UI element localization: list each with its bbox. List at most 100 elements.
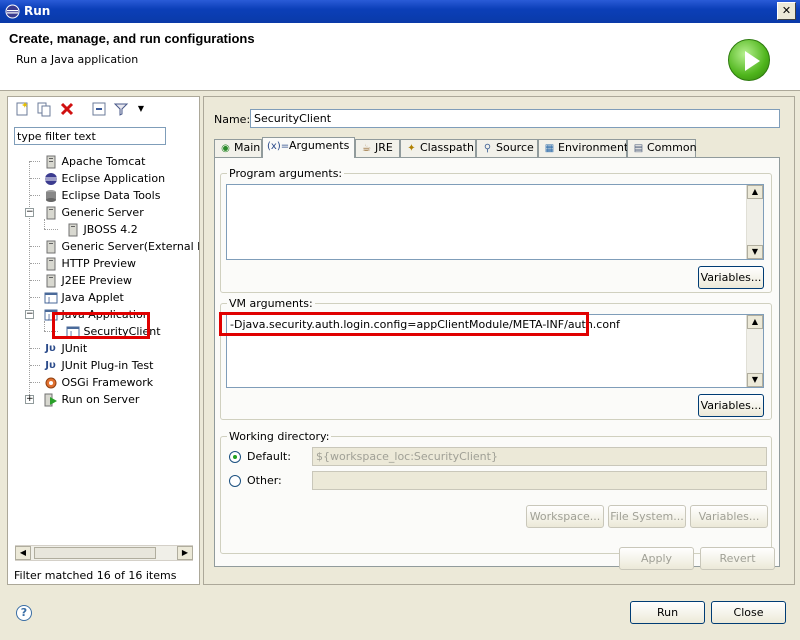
chevron-down-icon[interactable]: ▼ bbox=[133, 101, 149, 117]
program-arguments-input[interactable]: ▲ ▼ bbox=[226, 184, 764, 260]
svg-text:J: J bbox=[47, 296, 50, 304]
eclipse-icon bbox=[5, 4, 20, 19]
program-arguments-scrollbar[interactable]: ▲ ▼ bbox=[746, 185, 763, 259]
svg-text:J: J bbox=[47, 313, 50, 321]
scroll-down-icon[interactable]: ▼ bbox=[747, 245, 763, 259]
header-title: Create, manage, and run configurations bbox=[9, 31, 255, 46]
workspace-button[interactable]: Workspace... bbox=[526, 505, 604, 528]
server-icon bbox=[44, 240, 58, 254]
tab-environment[interactable]: ▦ Environment bbox=[538, 139, 628, 157]
run-server-icon bbox=[44, 393, 58, 407]
configuration-editor-panel: Name: SecurityClient ◉ Main (x)=Arguments… bbox=[203, 96, 795, 585]
tree-item-apache-tomcat[interactable]: Apache Tomcat bbox=[26, 153, 145, 170]
collapse-all-icon[interactable] bbox=[91, 101, 107, 117]
default-directory-field: ${workspace_loc:SecurityClient} bbox=[312, 447, 767, 466]
osgi-icon bbox=[44, 376, 58, 390]
tab-source[interactable]: ⚲ Source bbox=[476, 139, 538, 157]
tree-item-generic-server-external[interactable]: Generic Server(External Laun bbox=[26, 238, 199, 255]
collapse-icon[interactable]: − bbox=[25, 310, 34, 319]
working-directory-group: Working directory: Default: ${workspace_… bbox=[220, 430, 772, 554]
scroll-up-icon[interactable]: ▲ bbox=[747, 185, 763, 199]
close-button[interactable]: Close bbox=[711, 601, 786, 624]
scroll-right-icon[interactable]: ▶ bbox=[177, 546, 193, 560]
tree-item-jboss[interactable]: JBOSS 4.2 bbox=[44, 221, 138, 238]
window-title: Run bbox=[24, 4, 51, 18]
server-icon bbox=[44, 155, 58, 169]
file-system-button[interactable]: File System... bbox=[608, 505, 686, 528]
classpath-tab-icon: ✦ bbox=[407, 143, 416, 154]
configuration-list-panel: ▼ Apache Tomcat Eclipse Application Ecli… bbox=[7, 96, 200, 585]
run-play-icon bbox=[728, 39, 770, 81]
working-directory-label: Working directory: bbox=[227, 430, 332, 443]
highlight-securityclient bbox=[52, 312, 150, 339]
close-window-button[interactable]: ✕ bbox=[777, 2, 796, 20]
configuration-tree: Apache Tomcat Eclipse Application Eclips… bbox=[8, 153, 199, 543]
tab-jre[interactable]: ☕ JRE bbox=[355, 139, 400, 157]
tree-item-http-preview[interactable]: HTTP Preview bbox=[26, 255, 136, 272]
run-button[interactable]: Run bbox=[630, 601, 705, 624]
scrollbar-thumb[interactable] bbox=[34, 547, 156, 559]
duplicate-icon[interactable] bbox=[36, 101, 52, 117]
tree-item-run-on-server[interactable]: + Run on Server bbox=[25, 391, 139, 408]
tree-item-generic-server[interactable]: − Generic Server bbox=[25, 204, 144, 221]
collapse-icon[interactable]: − bbox=[25, 208, 34, 217]
source-tab-icon: ⚲ bbox=[483, 143, 492, 154]
name-input[interactable]: SecurityClient bbox=[250, 109, 780, 128]
title-bar: Run ✕ bbox=[0, 0, 800, 23]
eclipse-icon bbox=[44, 172, 58, 186]
applet-icon: J bbox=[44, 291, 58, 305]
tree-horizontal-scrollbar[interactable]: ◀ ▶ bbox=[15, 545, 193, 561]
default-radio[interactable] bbox=[229, 451, 241, 463]
vm-variables-button[interactable]: Variables... bbox=[698, 394, 764, 417]
program-arguments-label: Program arguments: bbox=[227, 167, 345, 180]
tab-arguments[interactable]: (x)=Arguments bbox=[262, 137, 355, 158]
other-radio[interactable] bbox=[229, 475, 241, 487]
new-config-icon[interactable] bbox=[14, 101, 30, 117]
highlight-vm-arguments bbox=[219, 312, 589, 336]
tab-common[interactable]: ▤ Common bbox=[627, 139, 697, 157]
config-tabs: ◉ Main (x)=Arguments ☕ JRE ✦ Classpath ⚲ Sou… bbox=[214, 137, 794, 158]
server-icon bbox=[44, 257, 58, 271]
dialog-header: Create, manage, and run configurations R… bbox=[0, 23, 800, 91]
filter-status-text: Filter matched 16 of 16 items bbox=[14, 569, 177, 582]
delete-icon[interactable] bbox=[59, 101, 75, 117]
common-tab-icon: ▤ bbox=[633, 143, 644, 154]
vm-arguments-scrollbar[interactable]: ▲ ▼ bbox=[746, 315, 763, 387]
expand-icon[interactable]: + bbox=[25, 395, 34, 404]
tree-item-eclipse-application[interactable]: Eclipse Application bbox=[26, 170, 165, 187]
server-icon bbox=[44, 206, 58, 220]
tree-item-java-applet[interactable]: J Java Applet bbox=[26, 289, 124, 306]
scroll-left-icon[interactable]: ◀ bbox=[15, 546, 31, 560]
tree-item-junit-plugin-test[interactable]: Jυ JUnit Plug-in Test bbox=[26, 357, 153, 374]
tree-item-osgi-framework[interactable]: OSGi Framework bbox=[26, 374, 153, 391]
tree-item-j2ee-preview[interactable]: J2EE Preview bbox=[26, 272, 132, 289]
junit-icon: Jυ bbox=[45, 360, 56, 371]
program-arguments-group: Program arguments: ▲ ▼ Variables... bbox=[220, 167, 772, 293]
tree-item-eclipse-data-tools[interactable]: Eclipse Data Tools bbox=[26, 187, 160, 204]
tree-item-junit[interactable]: Jυ JUnit bbox=[26, 340, 87, 357]
other-label: Other: bbox=[247, 474, 282, 487]
working-dir-variables-button[interactable]: Variables... bbox=[690, 505, 768, 528]
scroll-down-icon[interactable]: ▼ bbox=[747, 373, 763, 387]
database-icon bbox=[44, 189, 58, 203]
jre-tab-icon: ☕ bbox=[362, 143, 371, 154]
apply-button[interactable]: Apply bbox=[619, 547, 694, 570]
default-label: Default: bbox=[247, 450, 291, 463]
tab-main[interactable]: ◉ Main bbox=[214, 139, 262, 157]
name-label: Name: bbox=[214, 113, 251, 126]
scroll-up-icon[interactable]: ▲ bbox=[747, 315, 763, 329]
program-variables-button[interactable]: Variables... bbox=[698, 266, 764, 289]
filter-input[interactable] bbox=[14, 127, 166, 145]
other-directory-field bbox=[312, 471, 767, 490]
arguments-tab-icon: (x)= bbox=[267, 141, 290, 152]
tab-classpath[interactable]: ✦ Classpath bbox=[400, 139, 476, 157]
environment-tab-icon: ▦ bbox=[544, 143, 555, 154]
filter-icon[interactable] bbox=[113, 101, 129, 117]
server-icon bbox=[66, 223, 80, 237]
revert-button[interactable]: Revert bbox=[700, 547, 775, 570]
junit-icon: Jυ bbox=[45, 343, 56, 354]
header-subtitle: Run a Java application bbox=[16, 53, 139, 66]
help-icon[interactable]: ? bbox=[16, 605, 32, 621]
main-tab-icon: ◉ bbox=[221, 143, 230, 154]
server-icon bbox=[44, 274, 58, 288]
